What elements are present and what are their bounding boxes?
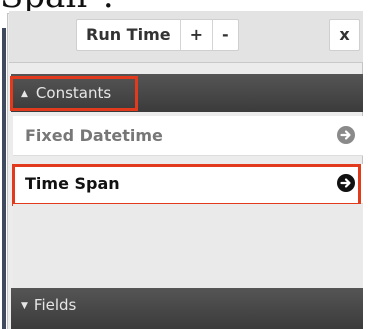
- close-button[interactable]: x: [329, 19, 360, 51]
- remove-button[interactable]: -: [213, 20, 238, 50]
- caret-down-icon: ▼: [21, 301, 28, 311]
- constants-empty-area: [13, 204, 363, 288]
- fixed-datetime-label: Fixed Datetime: [25, 126, 163, 145]
- fields-section-header[interactable]: ▼ Fields: [11, 288, 363, 329]
- fields-label: Fields: [33, 296, 77, 314]
- list-item-fixed-datetime[interactable]: Fixed Datetime: [13, 116, 363, 156]
- time-span-highlight-box: [12, 164, 361, 206]
- add-button[interactable]: +: [181, 20, 213, 50]
- arrow-circle-right-icon[interactable]: [337, 126, 355, 144]
- constants-highlight-box: [10, 76, 138, 111]
- left-edge-bar: [2, 28, 6, 329]
- run-time-button[interactable]: Run Time: [77, 20, 181, 50]
- run-time-button-group: Run Time + -: [76, 19, 239, 51]
